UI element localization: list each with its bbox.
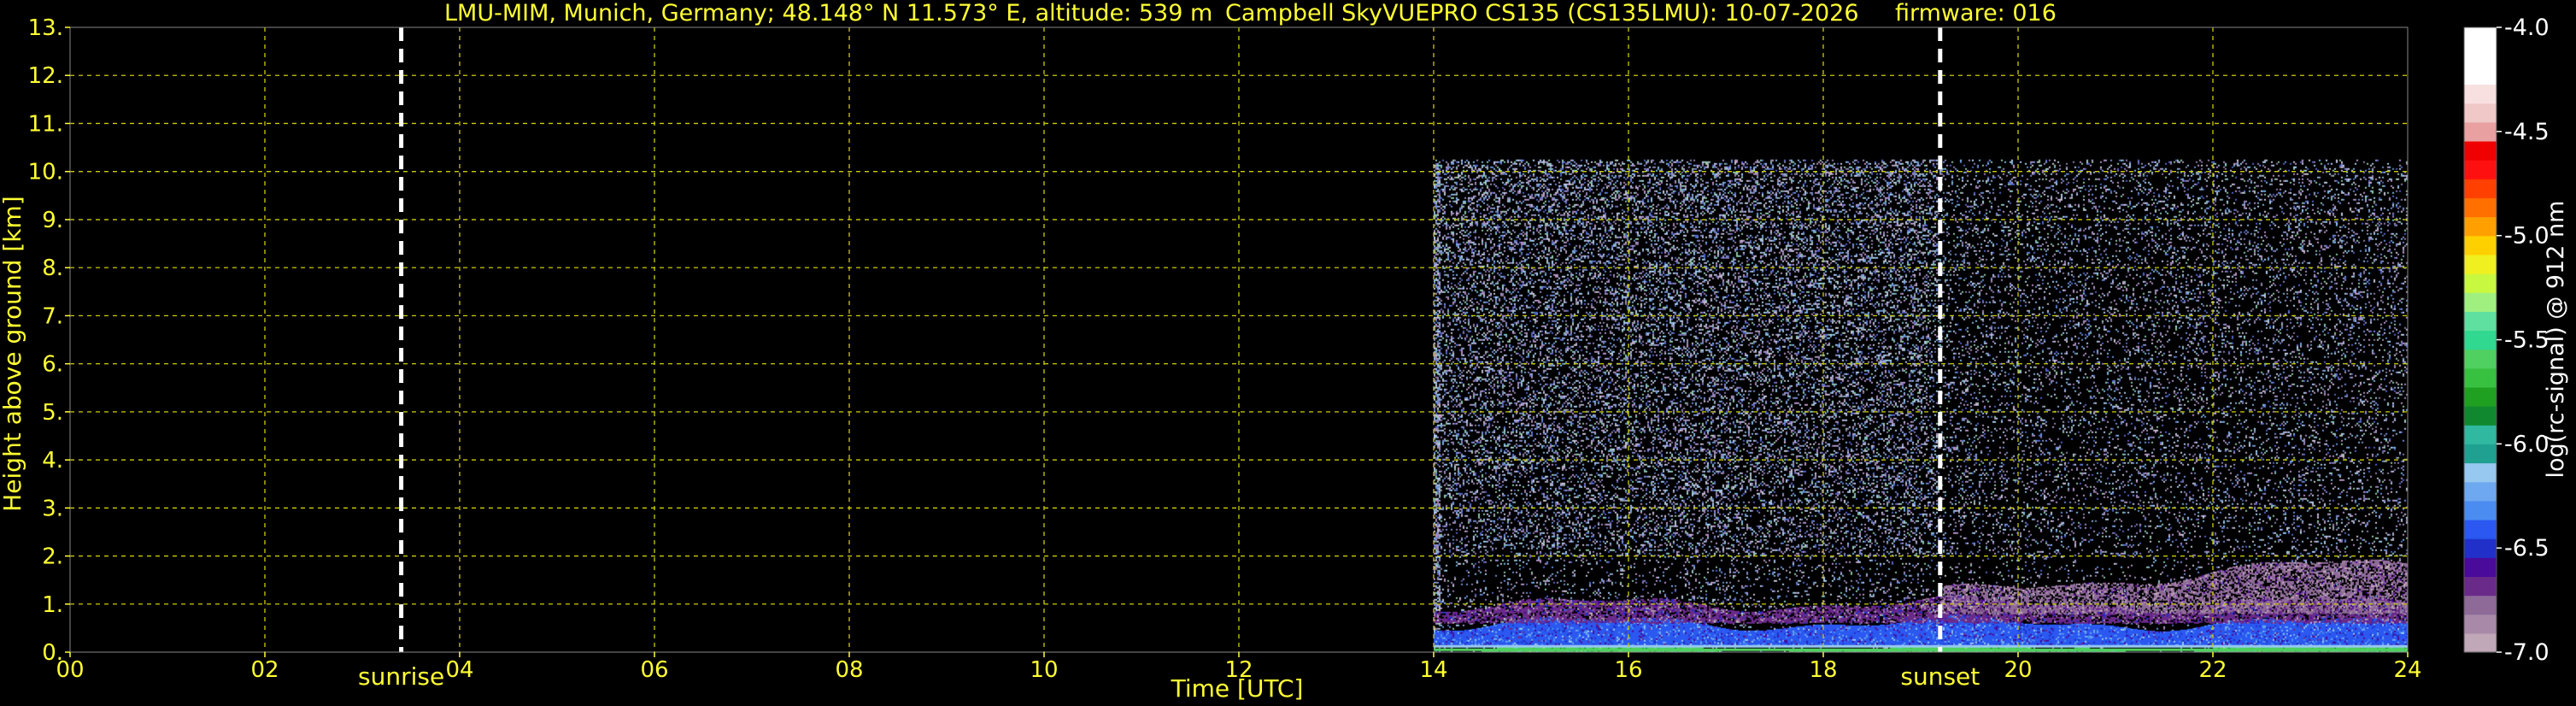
y-tick-label: 4. (42, 448, 63, 474)
backscatter-raster (1434, 159, 2408, 652)
colorbar-segment (2464, 349, 2497, 369)
colorbar-tick-label: -6.5 (2504, 535, 2550, 562)
y-tick-label: 3. (42, 496, 63, 521)
x-axis-label: Time [UTC] (1171, 674, 1304, 703)
sunset-label: sunset (1900, 662, 1980, 691)
x-tick-label: 06 (640, 657, 668, 683)
colorbar-segment (2464, 235, 2497, 256)
y-axis-label: Height above ground [km] (0, 196, 26, 512)
x-tick-label: 18 (1809, 657, 1837, 683)
colorbar-segment (2464, 632, 2497, 653)
colorbar-segment (2464, 254, 2497, 274)
x-tick-label: 10 (1030, 657, 1058, 683)
y-tick-label: 6. (42, 352, 63, 378)
colorbar-segment (2464, 103, 2497, 123)
y-tick-label: 9. (42, 208, 63, 233)
colorbar-segment (2464, 595, 2497, 615)
y-tick-label: 0. (42, 640, 63, 666)
colorbar-segment (2464, 614, 2497, 634)
colorbar-segment (2464, 140, 2497, 161)
sunrise-label: sunrise (358, 662, 444, 691)
colorbar-segment (2464, 425, 2497, 444)
x-tick-label: 16 (1614, 657, 1642, 683)
y-tick-label: 1. (42, 592, 63, 618)
chart-svg: sunrise sunset 00 02 04 06 08 10 12 14 16 18 20 22 24… (0, 0, 2576, 706)
x-tick-label: 04 (445, 657, 473, 683)
colorbar-segment (2464, 368, 2497, 388)
colorbar-tick-label: -4.0 (2504, 15, 2550, 41)
y-tick-label: 12. (28, 63, 63, 89)
x-tick-label: 22 (2198, 657, 2227, 683)
colorbar-segment (2464, 84, 2497, 104)
y-tick-label: 2. (42, 544, 63, 570)
colorbar-segment (2464, 462, 2497, 483)
x-tick-label: 02 (250, 657, 279, 683)
colorbar-segment (2464, 444, 2497, 464)
colorbar-segment (2464, 121, 2497, 142)
chart-title-instrument: Campbell SkyVUEPRO CS135 (CS135LMU): 10-… (1225, 0, 1859, 26)
colorbar-segment (2464, 65, 2497, 85)
y-tick-label: 5. (42, 400, 63, 426)
colorbar-segment (2464, 519, 2497, 539)
x-tick-label: 08 (835, 657, 863, 683)
colorbar-segment (2464, 273, 2497, 293)
colorbar-segment (2464, 576, 2497, 597)
y-tick-label: 11. (28, 111, 63, 137)
x-tick-label: 14 (1419, 657, 1447, 683)
x-tick-label: 24 (2393, 657, 2421, 683)
colorbar-label: log(rc-signal) @ 912 nm (2543, 201, 2569, 479)
colorbar-segment (2464, 500, 2497, 521)
ceilometer-chart: sunrise sunset 00 02 04 06 08 10 12 14 16 18 20 22 24… (0, 0, 2576, 706)
colorbar-segment (2464, 46, 2497, 66)
colorbar-segment (2464, 557, 2497, 577)
colorbar-segment (2464, 311, 2497, 332)
colorbar-segment (2464, 481, 2497, 502)
colorbar-segment (2464, 179, 2497, 198)
colorbar-segment (2464, 197, 2497, 218)
colorbar-segment (2464, 386, 2497, 407)
colorbar-segment (2464, 330, 2497, 350)
colorbar-segment (2464, 538, 2497, 558)
colorbar-tick-label: -4.5 (2504, 119, 2550, 145)
y-tick-label: 8. (42, 256, 63, 281)
backscatter-image (1434, 159, 2408, 652)
colorbar-tick-label: -7.0 (2504, 639, 2550, 666)
y-tick-label: 7. (42, 303, 63, 329)
y-tick-label: 10. (28, 160, 63, 185)
colorbar-segment (2464, 160, 2497, 179)
chart-title-station: LMU-MIM, Munich, Germany; 48.148° N 11.5… (444, 0, 1212, 26)
chart-title-firmware: firmware: 016 (1895, 0, 2057, 26)
colorbar-segment (2464, 27, 2497, 47)
colorbar-segment (2464, 216, 2497, 237)
colorbar-segment (2464, 406, 2497, 426)
y-tick-label: 13. (28, 15, 63, 41)
x-tick-label: 20 (2004, 657, 2032, 683)
colorbar-segment (2464, 292, 2497, 312)
